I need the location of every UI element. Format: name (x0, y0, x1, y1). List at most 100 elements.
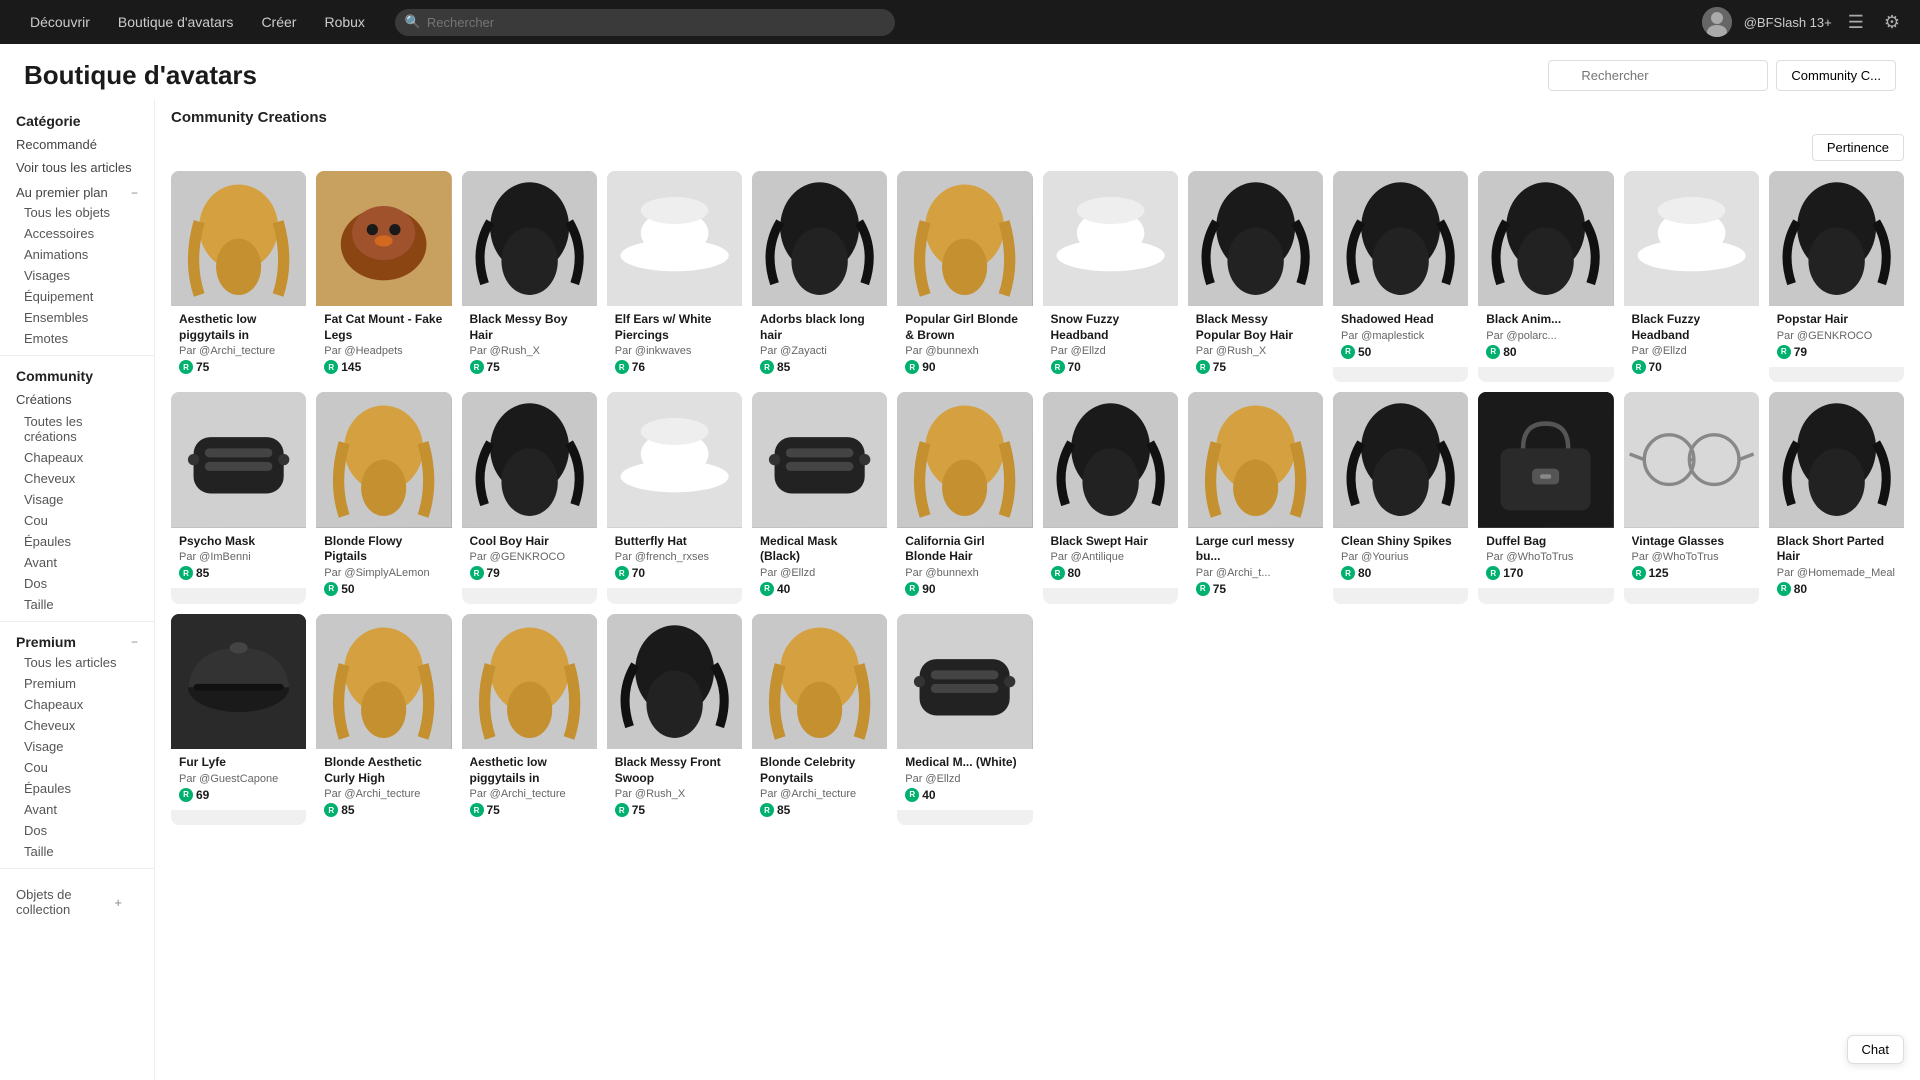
item-price-value: 76 (632, 360, 645, 374)
sidebar-premium-cheveux[interactable]: Cheveux (0, 715, 154, 736)
sidebar-sub-ensembles[interactable]: Ensembles (0, 307, 154, 328)
page-header: Boutique d'avatars 🔍 Community C... (0, 44, 1920, 99)
content-section-title: Community Creations (171, 99, 1904, 134)
item-card[interactable]: Duffel Bag Par @WhoToTrus R 170 (1478, 392, 1613, 603)
item-creator: Par @Rush_X (1196, 345, 1315, 357)
nav-creer[interactable]: Créer (247, 0, 310, 44)
item-card[interactable]: Medical Mask (Black) Par @Ellzd R 40 (752, 392, 887, 603)
item-card[interactable]: Aesthetic low piggytails in Par @Archi_t… (171, 171, 306, 382)
item-card[interactable]: Adorbs black long hair Par @Zayacti R 85 (752, 171, 887, 382)
header-search-input[interactable] (1548, 60, 1768, 91)
sidebar-item-recommande[interactable]: Recommandé (0, 133, 154, 156)
item-creator: Par @GENKROCO (1777, 330, 1896, 342)
nav-decouvrir[interactable]: Découvrir (16, 0, 104, 44)
sidebar-premium-taille[interactable]: Taille (0, 841, 154, 862)
item-card[interactable]: Blonde Celebrity Ponytails Par @Archi_te… (752, 614, 887, 825)
sidebar-sub-visage[interactable]: Visage (0, 489, 154, 510)
item-card[interactable]: Black Messy Boy Hair Par @Rush_X R 75 (462, 171, 597, 382)
sidebar-sub-cheveux[interactable]: Cheveux (0, 468, 154, 489)
item-card[interactable]: Elf Ears w/ White Piercings Par @inkwave… (607, 171, 742, 382)
item-card[interactable]: Black Swept Hair Par @Antilique R 80 (1043, 392, 1178, 603)
filter-pertinence-button[interactable]: Pertinence (1812, 134, 1904, 161)
nav-boutique[interactable]: Boutique d'avatars (104, 0, 248, 44)
item-card[interactable]: Popstar Hair Par @GENKROCO R 79 (1769, 171, 1904, 382)
robux-icon: R (905, 582, 919, 596)
sidebar-sub-visages[interactable]: Visages (0, 265, 154, 286)
sidebar-au-premier-plan-label[interactable]: Au premier plan (16, 185, 108, 200)
item-price-value: 75 (196, 360, 209, 374)
item-card[interactable]: Shadowed Head Par @maplestick R 50 (1333, 171, 1468, 382)
sidebar-premium-visage[interactable]: Visage (0, 736, 154, 757)
item-card[interactable]: Blonde Flowy Pigtails Par @SimplyALemon … (316, 392, 451, 603)
chat-nav-icon[interactable]: ☰ (1844, 8, 1868, 37)
sidebar-sub-taille[interactable]: Taille (0, 594, 154, 615)
sidebar-au-premier-plan-collapse[interactable]: − (131, 186, 138, 200)
item-card[interactable]: Black Fuzzy Headband Par @Ellzd R 70 (1624, 171, 1759, 382)
item-card[interactable]: Popular Girl Blonde & Brown Par @bunnexh… (897, 171, 1032, 382)
settings-nav-icon[interactable]: ⚙ (1880, 8, 1904, 37)
item-info: Black Fuzzy Headband Par @Ellzd R 70 (1624, 306, 1759, 382)
robux-icon: R (1777, 345, 1791, 359)
sidebar-collection-add-icon[interactable]: + (114, 895, 138, 910)
item-card[interactable]: Vintage Glasses Par @WhoToTrus R 125 (1624, 392, 1759, 603)
sidebar-sub-cou[interactable]: Cou (0, 510, 154, 531)
sidebar-premium-tous[interactable]: Tous les articles (0, 652, 154, 673)
item-card[interactable]: California Girl Blonde Hair Par @bunnexh… (897, 392, 1032, 603)
community-filter-button[interactable]: Community C... (1776, 60, 1896, 91)
item-price: R 85 (324, 803, 443, 817)
nav-robux[interactable]: Robux (310, 0, 378, 44)
item-creator: Par @Ellzd (760, 567, 879, 579)
item-card[interactable]: Black Messy Front Swoop Par @Rush_X R 75 (607, 614, 742, 825)
item-price: R 70 (615, 566, 734, 580)
sidebar-sub-accessoires[interactable]: Accessoires (0, 223, 154, 244)
item-card[interactable]: Medical M... (White) Par @Ellzd R 40 (897, 614, 1032, 825)
item-card[interactable]: Fur Lyfe Par @GuestCapone R 69 (171, 614, 306, 825)
sidebar-premium-dos[interactable]: Dos (0, 820, 154, 841)
sidebar-sub-epaules[interactable]: Épaules (0, 531, 154, 552)
item-creator: Par @bunnexh (905, 567, 1024, 579)
sidebar-sub-equipement[interactable]: Équipement (0, 286, 154, 307)
robux-icon: R (1486, 345, 1500, 359)
item-card[interactable]: Clean Shiny Spikes Par @Yourius R 80 (1333, 392, 1468, 603)
username-label: @BFSlash 13+ (1744, 15, 1832, 30)
sidebar-premium-cou[interactable]: Cou (0, 757, 154, 778)
item-card[interactable]: Black Anim... Par @polarc... R 80 (1478, 171, 1613, 382)
item-price-value: 50 (341, 582, 354, 596)
sidebar-premium-collapse[interactable]: − (131, 635, 138, 649)
item-card[interactable]: Butterfly Hat Par @french_rxses R 70 (607, 392, 742, 603)
item-name: Fur Lyfe (179, 755, 298, 771)
item-info: Adorbs black long hair Par @Zayacti R 85 (752, 306, 887, 382)
item-card[interactable]: Snow Fuzzy Headband Par @Ellzd R 70 (1043, 171, 1178, 382)
top-search-input[interactable] (395, 9, 895, 36)
sidebar-item-voir-tous[interactable]: Voir tous les articles (0, 156, 154, 179)
sidebar-premium-avant[interactable]: Avant (0, 799, 154, 820)
sidebar-sub-chapeaux[interactable]: Chapeaux (0, 447, 154, 468)
item-price-value: 80 (1794, 582, 1807, 596)
item-card[interactable]: Psycho Mask Par @ImBenni R 85 (171, 392, 306, 603)
item-card[interactable]: Blonde Aesthetic Curly High Par @Archi_t… (316, 614, 451, 825)
item-price-value: 75 (632, 803, 645, 817)
sidebar-sub-emotes[interactable]: Emotes (0, 328, 154, 349)
item-card[interactable]: Cool Boy Hair Par @GENKROCO R 79 (462, 392, 597, 603)
item-price-value: 85 (341, 803, 354, 817)
sidebar-collection-label[interactable]: Objets de collection (16, 881, 114, 923)
sidebar-sub-animations[interactable]: Animations (0, 244, 154, 265)
chat-button[interactable]: Chat (1847, 1035, 1904, 1064)
sidebar-sub-dos[interactable]: Dos (0, 573, 154, 594)
sidebar-sub-tous-objets[interactable]: Tous les objets (0, 202, 154, 223)
robux-icon: R (470, 360, 484, 374)
item-card[interactable]: Black Messy Popular Boy Hair Par @Rush_X… (1188, 171, 1323, 382)
item-card[interactable]: Large curl messy bu... Par @Archi_t... R… (1188, 392, 1323, 603)
item-name: Black Short Parted Hair (1777, 534, 1896, 565)
item-card[interactable]: Fat Cat Mount - Fake Legs Par @Headpets … (316, 171, 451, 382)
sidebar-premium-chapeaux[interactable]: Chapeaux (0, 694, 154, 715)
item-card[interactable]: Black Short Parted Hair Par @Homemade_Me… (1769, 392, 1904, 603)
sidebar-premium-premium[interactable]: Premium (0, 673, 154, 694)
sidebar-sub-avant[interactable]: Avant (0, 552, 154, 573)
item-name: Adorbs black long hair (760, 312, 879, 343)
item-card[interactable]: Aesthetic low piggytails in Par @Archi_t… (462, 614, 597, 825)
sidebar-premium-epaules[interactable]: Épaules (0, 778, 154, 799)
sidebar-sub-toutes-creations[interactable]: Toutes les créations (0, 411, 154, 447)
sidebar-premium-row: Premium − (0, 628, 154, 652)
item-price: R 50 (324, 582, 443, 596)
